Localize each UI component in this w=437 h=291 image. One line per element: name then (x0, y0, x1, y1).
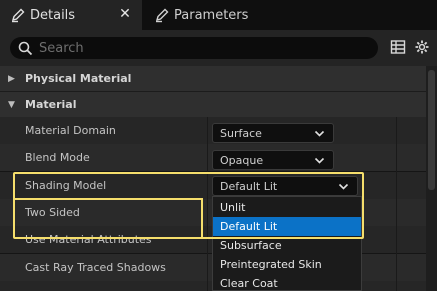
dropdown-option-unlit[interactable]: Unlit (213, 198, 361, 217)
property-label: Use Material Attributes (25, 233, 152, 246)
search-input[interactable] (39, 40, 339, 56)
highlight-box-edge (201, 198, 203, 239)
shading-model-combo[interactable]: Default Lit (212, 176, 358, 196)
property-label: Material Domain (25, 124, 116, 137)
chevron-down-icon (314, 157, 325, 164)
column-divider (396, 117, 397, 291)
option-label: Unlit (220, 201, 246, 214)
search-box[interactable] (10, 37, 378, 59)
dropdown-option-clear-coat[interactable]: Clear Coat (213, 274, 361, 291)
category-label: Physical Material (25, 72, 132, 85)
option-label: Preintegrated Skin (220, 258, 322, 271)
category-material[interactable]: ▼ Material (0, 92, 437, 117)
table-view-icon[interactable] (388, 37, 408, 57)
tab-details[interactable]: Details ✕ (0, 0, 142, 30)
highlight-box-edge (13, 198, 203, 200)
property-label: Shading Model (25, 179, 107, 192)
details-pencil-icon (8, 5, 28, 25)
chevron-down-icon (338, 183, 349, 190)
combo-value: Opaque (220, 154, 264, 167)
material-domain-combo[interactable]: Surface (212, 123, 334, 143)
option-label: Default Lit (220, 220, 278, 233)
option-label: Clear Coat (220, 277, 278, 290)
blend-mode-combo[interactable]: Opaque (212, 150, 334, 170)
tab-parameters-label: Parameters (174, 7, 249, 23)
combo-value: Default Lit (220, 180, 278, 193)
property-label: Cast Ray Traced Shadows (25, 261, 166, 274)
dropdown-option-preintegrated-skin[interactable]: Preintegrated Skin (213, 255, 361, 274)
tab-parameters[interactable]: Parameters (144, 0, 284, 30)
dropdown-option-subsurface[interactable]: Subsurface (213, 236, 361, 255)
search-row (0, 30, 437, 66)
tab-bar: Details ✕ Parameters (0, 0, 437, 30)
property-label: Blend Mode (25, 151, 90, 164)
option-label: Subsurface (220, 239, 282, 252)
category-label: Material (25, 98, 77, 111)
column-divider (207, 117, 208, 291)
chevron-right-icon: ▶ (8, 73, 15, 84)
scrollbar-thumb[interactable] (428, 70, 435, 190)
gear-icon[interactable] (412, 37, 432, 57)
category-physical-material[interactable]: ▶ Physical Material (0, 66, 437, 91)
chevron-down-icon: ▼ (8, 99, 15, 110)
search-icon (15, 38, 35, 58)
shading-model-dropdown: Unlit Default Lit Subsurface Preintegrat… (212, 196, 362, 291)
close-icon[interactable]: ✕ (118, 7, 132, 21)
dropdown-option-default-lit[interactable]: Default Lit (213, 217, 361, 236)
chevron-down-icon (314, 130, 325, 137)
tab-details-label: Details (30, 7, 76, 23)
parameters-pencil-icon (152, 5, 172, 25)
property-label: Two Sided (25, 206, 80, 219)
combo-value: Surface (220, 127, 262, 140)
